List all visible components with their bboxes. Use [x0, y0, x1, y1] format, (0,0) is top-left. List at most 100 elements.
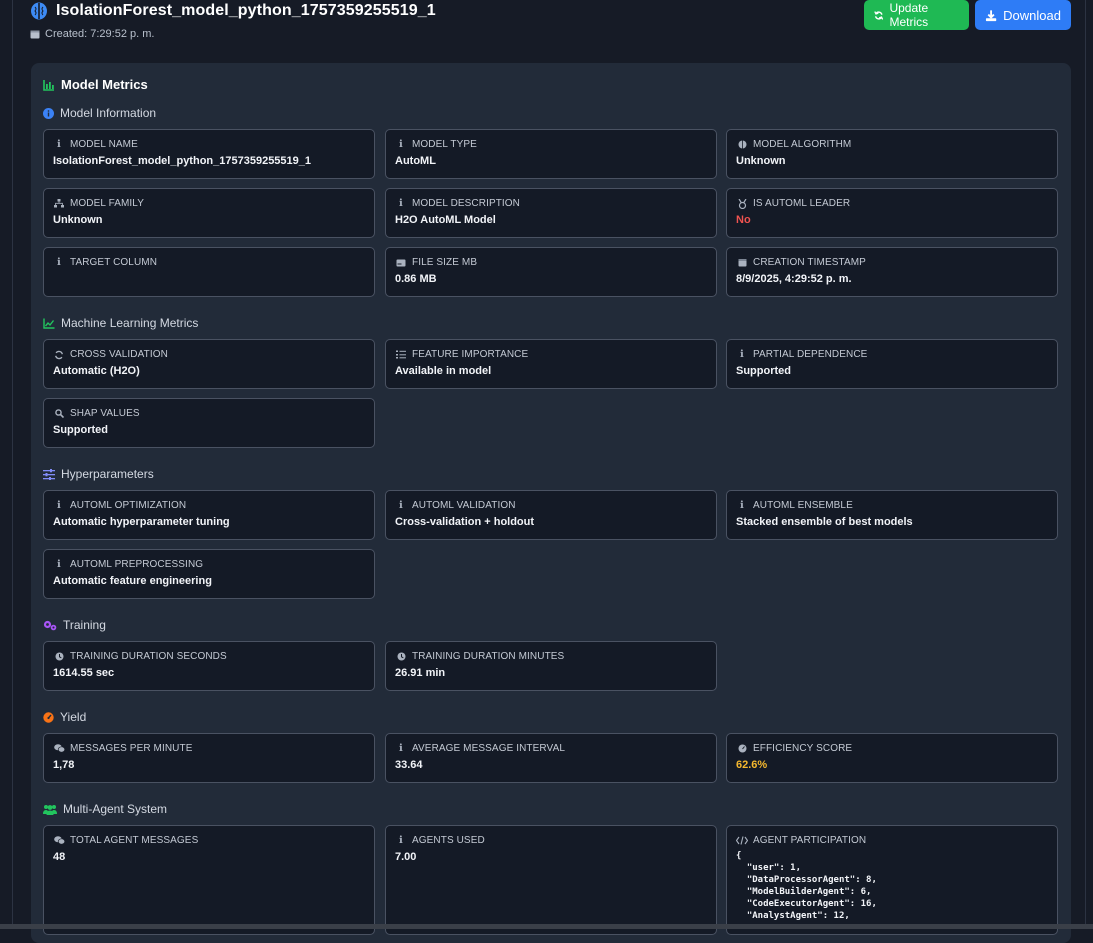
- card-label: MESSAGES PER MINUTE: [70, 743, 193, 754]
- card-value: Automatic feature engineering: [53, 575, 212, 587]
- card-efficiency-score: EFFICIENCY SCORE 62.6%: [726, 733, 1058, 783]
- info-icon: ℹ: [57, 139, 61, 150]
- section-title: Hyperparameters: [61, 467, 154, 481]
- section-title: Model Information: [60, 106, 157, 120]
- card-shap-values: SHAP VALUES Supported: [43, 398, 375, 448]
- card-label: MODEL TYPE: [412, 139, 477, 150]
- card-label: AGENT PARTICIPATION: [753, 835, 867, 846]
- card-automl-preprocessing: ℹ AUTOML PREPROCESSING Automatic feature …: [43, 549, 375, 599]
- section-title: Machine Learning Metrics: [61, 316, 199, 330]
- code-icon: [736, 835, 748, 846]
- section-hyperparameters: Hyperparameters: [43, 467, 154, 481]
- card-agents-used: ℹ AGENTS USED 7.00: [385, 825, 717, 935]
- card-average-message-interval: ℹ AVERAGE MESSAGE INTERVAL 33.64: [385, 733, 717, 783]
- clock-icon: [395, 651, 407, 662]
- section-training: Training: [43, 618, 106, 632]
- info-icon: ℹ: [399, 139, 403, 150]
- info-icon: ℹ: [399, 500, 403, 511]
- section-title: Multi-Agent System: [63, 802, 168, 816]
- horizontal-scrollbar[interactable]: [0, 924, 1093, 929]
- info-icon: ℹ: [399, 198, 403, 209]
- model-metrics-panel: Model Metrics Model Information ℹ MODEL N…: [31, 63, 1071, 943]
- comments-icon: [53, 835, 65, 846]
- created-info: Created: 7:29:52 p. m.: [30, 28, 154, 40]
- cogs-icon: [43, 620, 57, 630]
- card-value: Unknown: [53, 214, 103, 226]
- card-label: AVERAGE MESSAGE INTERVAL: [412, 743, 566, 754]
- card-value: Stacked ensemble of best models: [736, 516, 913, 528]
- card-label: SHAP VALUES: [70, 408, 140, 419]
- medal-icon: [736, 198, 748, 209]
- card-value: 1,78: [53, 759, 75, 771]
- card-value: 0.86 MB: [395, 273, 437, 285]
- card-label: AGENTS USED: [412, 835, 485, 846]
- card-training-duration-seconds: TRAINING DURATION SECONDS 1614.55 sec: [43, 641, 375, 691]
- download-label: Download: [1003, 7, 1061, 23]
- card-value: AutoML: [395, 155, 436, 167]
- update-metrics-button[interactable]: Update Metrics: [864, 0, 969, 30]
- calendar-icon: [736, 257, 748, 268]
- card-value: 33.64: [395, 759, 423, 771]
- list-ordered-icon: [395, 349, 407, 360]
- card-automl-ensemble: ℹ AUTOML ENSEMBLE Stacked ensemble of bes…: [726, 490, 1058, 540]
- card-value: 7.00: [395, 851, 417, 863]
- card-automl-validation: ℹ AUTOML VALIDATION Cross-validation + ho…: [385, 490, 717, 540]
- sitemap-icon: [53, 198, 65, 209]
- info-icon: ℹ: [399, 743, 403, 754]
- card-value: 1614.55 sec: [53, 667, 115, 679]
- card-value: 48: [53, 851, 66, 863]
- chart-bar-icon: [43, 79, 54, 91]
- section-yield: Yield: [43, 710, 86, 724]
- card-value: 8/9/2025, 4:29:52 p. m.: [736, 273, 852, 285]
- card-value: Automatic (H2O): [53, 365, 140, 377]
- card-creation-timestamp: CREATION TIMESTAMP 8/9/2025, 4:29:52 p. …: [726, 247, 1058, 297]
- card-label: IS AUTOML LEADER: [753, 198, 851, 209]
- download-button[interactable]: Download: [975, 0, 1071, 30]
- panel-title: Model Metrics: [43, 77, 148, 92]
- card-target-column: ℹ TARGET COLUMN: [43, 247, 375, 297]
- card-model-algorithm: MODEL ALGORITHM Unknown: [726, 129, 1058, 179]
- card-label: FILE SIZE MB: [412, 257, 478, 268]
- card-label: AUTOML VALIDATION: [412, 500, 516, 511]
- sync-icon: [874, 10, 884, 20]
- card-value: Automatic hyperparameter tuning: [53, 516, 230, 528]
- chart-line-icon: [43, 318, 55, 329]
- card-label: MODEL NAME: [70, 139, 138, 150]
- card-cross-validation: CROSS VALIDATION Automatic (H2O): [43, 339, 375, 389]
- clock-icon: [53, 651, 65, 662]
- info-icon: ℹ: [740, 500, 744, 511]
- card-value: Supported: [736, 365, 791, 377]
- card-automl-optimization: ℹ AUTOML OPTIMIZATION Automatic hyperpara…: [43, 490, 375, 540]
- card-label: MODEL FAMILY: [70, 198, 144, 209]
- info-icon: ℹ: [740, 349, 744, 360]
- card-value: IsolationForest_model_python_17573592555…: [53, 155, 312, 167]
- page-header: IsolationForest_model_python_17573592555…: [30, 0, 1073, 48]
- card-label: AUTOML ENSEMBLE: [753, 500, 853, 511]
- card-label: FEATURE IMPORTANCE: [412, 349, 529, 360]
- search-icon: [53, 408, 65, 419]
- card-value: Supported: [53, 424, 108, 436]
- right-border: [1085, 0, 1086, 929]
- dial-icon: [736, 743, 748, 754]
- panel-title-text: Model Metrics: [61, 77, 148, 92]
- agent-participation-json: { "user": 1, "DataProcessorAgent": 8, "M…: [736, 851, 877, 921]
- card-agent-participation: AGENT PARTICIPATION { "user": 1, "DataPr…: [726, 825, 1058, 935]
- card-value: Available in model: [395, 365, 492, 377]
- section-model-information: Model Information: [43, 106, 156, 120]
- brain-icon: [31, 2, 47, 20]
- card-value: Cross-validation + holdout: [395, 516, 535, 528]
- section-ml-metrics: Machine Learning Metrics: [43, 316, 198, 330]
- card-label: TOTAL AGENT MESSAGES: [70, 835, 199, 846]
- info-icon: ℹ: [57, 500, 61, 511]
- tachometer-icon: [43, 711, 54, 723]
- card-label: EFFICIENCY SCORE: [753, 743, 853, 754]
- card-file-size: FILE SIZE MB 0.86 MB: [385, 247, 717, 297]
- page-title: IsolationForest_model_python_17573592555…: [56, 2, 436, 19]
- card-feature-importance: FEATURE IMPORTANCE Available in model: [385, 339, 717, 389]
- card-value: H2O AutoML Model: [395, 214, 496, 226]
- created-label: Created: 7:29:52 p. m.: [45, 28, 155, 40]
- users-icon: [43, 804, 57, 815]
- card-value: Unknown: [736, 155, 786, 167]
- info-circle-icon: [43, 107, 54, 119]
- card-value: No: [736, 214, 751, 226]
